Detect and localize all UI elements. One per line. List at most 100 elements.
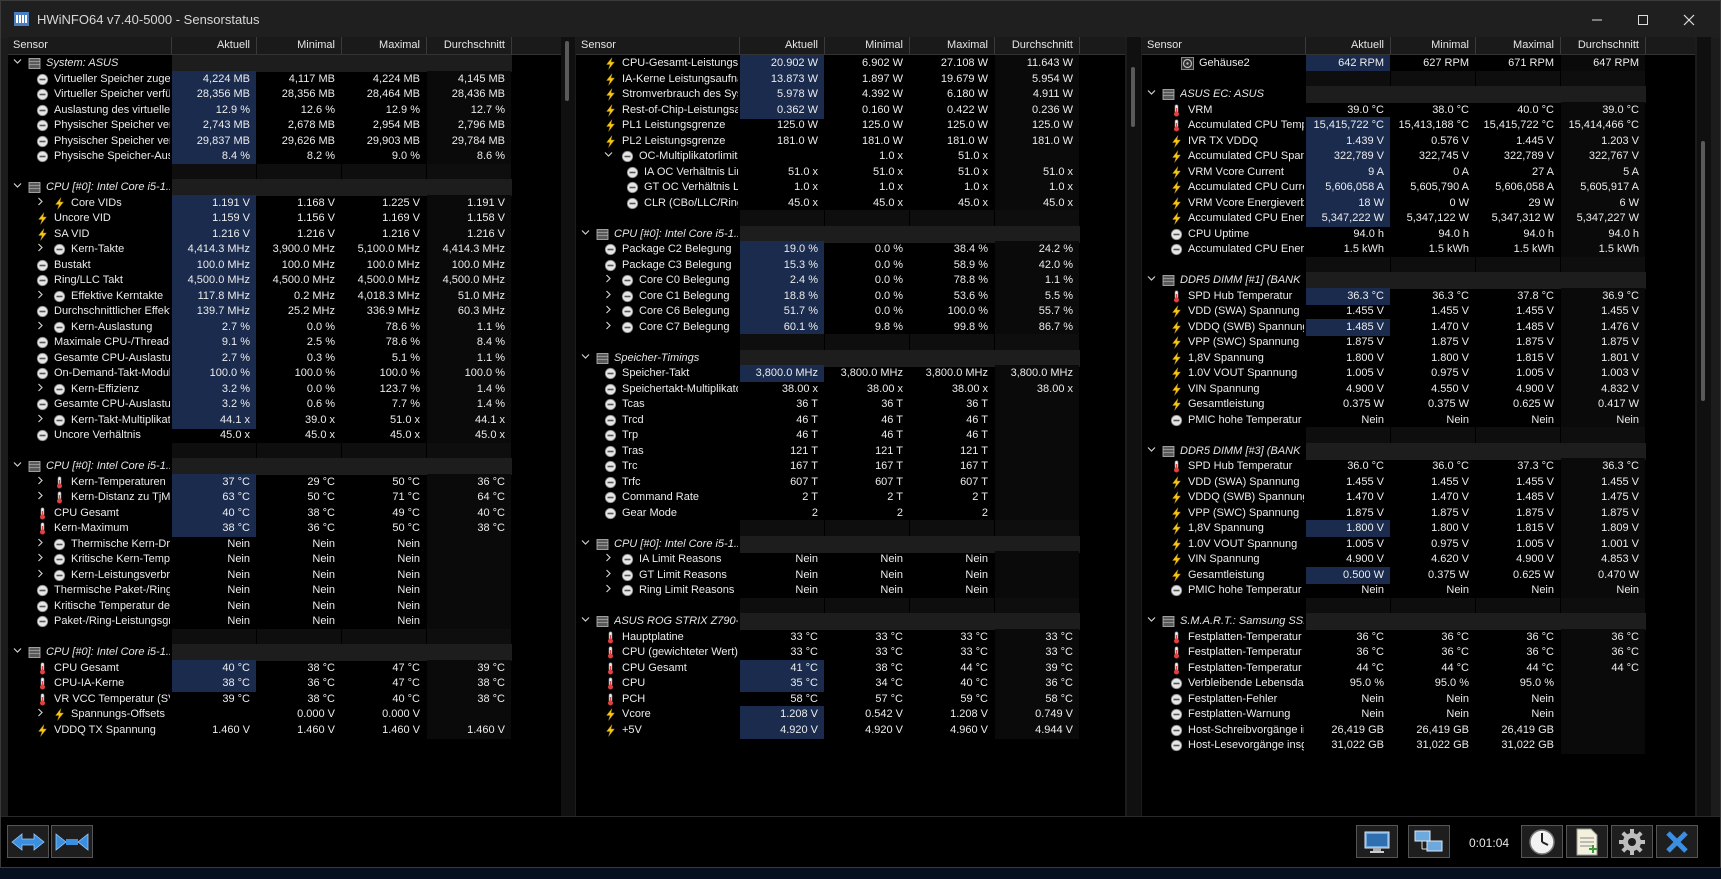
sensor-row[interactable]: Kern-Takte 4,414.3 MHz 3,900.0 MHz 5,100.0 …	[8, 241, 561, 258]
column-header-sensor[interactable]: Sensor	[576, 37, 740, 54]
collapse-toggle-icon[interactable]	[12, 458, 23, 475]
expand-toggle-icon[interactable]	[35, 706, 46, 723]
sensor-row[interactable]: Core VIDs 1.191 V 1.168 V 1.225 V 1.191 V	[8, 194, 561, 212]
sensor-row[interactable]: Package C3 Belegung 15.3 % 0.0 % 58.9 % 42.0…	[576, 256, 1125, 274]
column-header-sensor[interactable]: Sensor	[8, 37, 172, 54]
sensor-group-cpu-0-intel-core-i5-1[interactable]: CPU [#0]: Intel Core i5-1...	[8, 179, 561, 196]
sensor-row[interactable]: Host-Lesevorgänge insg... 31,022 GB 31,022…	[1142, 737, 1695, 754]
sensor-row[interactable]: Uncore Verhältnis 45.0 x 45.0 x 45.0 x 45.0 …	[8, 427, 561, 444]
sensor-row[interactable]: CPU 35 °C 34 °C 40 °C 36 °C	[576, 675, 1125, 692]
sensor-row[interactable]: CPU Gesamt 41 °C 38 °C 44 °C 39 °C	[576, 659, 1125, 677]
sensor-group-cpu-0-intel-core-i5-1[interactable]: CPU [#0]: Intel Core i5-1...	[576, 225, 1125, 243]
sensor-row[interactable]: Accumulated CPU Current5,606,058 A5,605,…	[1142, 179, 1695, 196]
sensor-row[interactable]: Kritische Kern-Temper... Nein Nein Nein	[8, 551, 561, 568]
sensor-row[interactable]: Effektive Kerntakte 117.8 MHz 0.2 MHz 4,018…	[8, 287, 561, 305]
sensor-row[interactable]: 1,8V Spannung 1.800 V 1.800 V 1.815 V 1.809 …	[1142, 520, 1695, 537]
sensor-row[interactable]: 1.0V VOUT Spannung 1.005 V 0.975 V 1.005 V 1…	[1142, 535, 1695, 553]
sensor-row[interactable]: Thermische Kern-Dros... Nein Nein Nein	[8, 535, 561, 553]
sensor-group-asus-rog-strix-z790-f[interactable]: ASUS ROG STRIX Z790-F ...	[576, 613, 1125, 630]
sensor-row[interactable]: CPU-IA-Kerne 38 °C 36 °C 47 °C 38 °C	[8, 675, 561, 692]
column-header-avg[interactable]: Durchschnitt	[427, 37, 512, 54]
expand-toggle-icon[interactable]	[603, 303, 614, 320]
sensor-row[interactable]: PMIC hohe Temperatur Nein Nein Nein Nein	[1142, 582, 1695, 599]
sensor-row[interactable]: VDDQ (SWB) Spannung 1.470 V 1.470 V 1.485 V…	[1142, 489, 1695, 506]
sensor-row[interactable]: GT Limit Reasons Nein Nein Nein	[576, 566, 1125, 584]
sensor-row[interactable]: IA-Kerne Leistungsaufna...13.873 W 1.897 …	[576, 70, 1125, 88]
sensor-row[interactable]: CPU Gesamt 40 °C 38 °C 49 °C 40 °C	[8, 504, 561, 522]
sensor-row[interactable]: Bustakt 100.0 MHz 100.0 MHz 100.0 MHz 100.0 …	[8, 256, 561, 274]
collapse-toggle-icon[interactable]	[603, 148, 614, 165]
sensor-row[interactable]: VDDQ (SWB) Spannung 1.485 V 1.470 V 1.485 V…	[1142, 318, 1695, 336]
sensor-row[interactable]: Stromverbrauch des Syst...5.978 W 4.392 W…	[576, 86, 1125, 103]
sensor-row[interactable]: Paket-/Ring-Leistungsgre... Nein Nein Nein	[8, 613, 561, 630]
sensor-row[interactable]: VPP (SWC) Spannung 1.875 V 1.875 V 1.875 V 1…	[1142, 334, 1695, 351]
expand-toggle-icon[interactable]	[35, 241, 46, 258]
sensor-row[interactable]: VR VCC Temperatur (SVID) 39 °C 38 °C 40 °C 3…	[8, 690, 561, 708]
sensor-row[interactable]: Accumulated CPU Spann...322,789 V322,745…	[1142, 148, 1695, 165]
column-header-min[interactable]: Minimal	[825, 37, 910, 54]
sensor-row[interactable]: CPU Uptime 94.0 h 94.0 h 94.0 h 94.0 h	[1142, 225, 1695, 243]
collapse-toggle-icon[interactable]	[1146, 613, 1157, 630]
maximize-button[interactable]	[1620, 7, 1666, 33]
sensor-row[interactable]: OC-Multiplikatorlimits 1.0 x 51.0 x	[576, 148, 1125, 165]
sensor-row[interactable]: Package C2 Belegung 19.0 % 0.0 % 38.4 % 24.2…	[576, 241, 1125, 258]
sensor-row[interactable]: Ring/LLC Takt 4,500.0 MHz 4,500.0 MHz 4,500…	[8, 272, 561, 289]
logging-button[interactable]	[1566, 825, 1608, 858]
column-header-max[interactable]: Maximal	[1476, 37, 1561, 54]
sensor-row[interactable]: Vcore 1.208 V 0.542 V 1.208 V 0.749 V	[576, 706, 1125, 723]
sensor-row[interactable]: Tcas 36 T 36 T 36 T	[576, 396, 1125, 413]
expand-toggle-icon[interactable]	[35, 567, 46, 584]
sensor-row[interactable]: CPU (gewichteter Wert) 33 °C 33 °C 33 °C 33 …	[576, 644, 1125, 661]
sensor-row[interactable]: Gesamtleistung 0.375 W 0.375 W 0.625 W 0.417…	[1142, 396, 1695, 413]
sensor-row[interactable]: Thermische Paket-/Ring-D... Nein Nein Nein	[8, 582, 561, 599]
expand-toggle-icon[interactable]	[35, 489, 46, 506]
sensor-row[interactable]: VPP (SWC) Spannung 1.875 V 1.875 V 1.875 V 1…	[1142, 504, 1695, 522]
scrollbar-panel-2[interactable]	[1127, 37, 1141, 816]
collapse-toggle-icon[interactable]	[580, 613, 591, 630]
expand-toggle-icon[interactable]	[603, 582, 614, 599]
expand-toggle-icon[interactable]	[35, 381, 46, 398]
column-header-avg[interactable]: Durchschnitt	[995, 37, 1080, 54]
sensor-row[interactable]: Kern-Distanz zu TjMAX63 °C 50 °C 71 °C 64 °…	[8, 489, 561, 506]
expand-toggle-icon[interactable]	[35, 319, 46, 336]
sensor-row[interactable]: VRM Vcore Energieverbr...18 W 0 W 29 W 6 W	[1142, 194, 1695, 212]
sensor-row[interactable]: Command Rate 2 T 2 T 2 T	[576, 489, 1125, 506]
sensor-row[interactable]: SPD Hub Temperatur 36.3 °C 36.3 °C 37.8 °C 3…	[1142, 287, 1695, 305]
sensor-row[interactable]: SA VID 1.216 V 1.216 V 1.216 V 1.216 V	[8, 225, 561, 243]
expand-toggle-icon[interactable]	[603, 288, 614, 305]
compact-view-button[interactable]	[51, 825, 93, 858]
column-header-cur[interactable]: Aktuell	[1306, 37, 1391, 54]
sensor-row[interactable]: +5V 4.920 V 4.920 V 4.960 V 4.944 V	[576, 721, 1125, 739]
sensor-row[interactable]: Kern-Auslastung 2.7 % 0.0 % 78.6 % 1.1 %	[8, 318, 561, 336]
minimize-button[interactable]	[1574, 7, 1620, 33]
sensor-row[interactable]: SPD Hub Temperatur 36.0 °C 36.0 °C 37.3 °C 3…	[1142, 458, 1695, 475]
sensor-row[interactable]: VDD (SWA) Spannung 1.455 V 1.455 V 1.455 V 1…	[1142, 303, 1695, 320]
sensor-row[interactable]: Trcd 46 T 46 T 46 T	[576, 411, 1125, 429]
sensor-row[interactable]: CPU Gesamt 40 °C 38 °C 47 °C 39 °C	[8, 659, 561, 677]
sensor-row[interactable]: CPU-Gesamt-Leistungsau...20.902 W 6.902 W…	[576, 55, 1125, 72]
collapse-toggle-icon[interactable]	[1146, 86, 1157, 103]
sensor-row[interactable]: Rest-of-Chip-Leistungsau...0.362 W 0.160 …	[576, 101, 1125, 119]
sensor-row[interactable]: Ring Limit Reasons Nein Nein Nein	[576, 582, 1125, 599]
sensor-row[interactable]: CLR (CBo/LLC/Ring) O... 45.0 x 45.0 x 45.0 …	[576, 194, 1125, 212]
sensor-row[interactable]: Spannungs-Offsets 0.000 V 0.000 V	[8, 706, 561, 723]
sensor-row[interactable]: Physische Speicher-Ausla...8.4 % 8.2 % 9.0…	[8, 148, 561, 165]
column-header-cur[interactable]: Aktuell	[740, 37, 825, 54]
sensor-row[interactable]: Core C7 Belegung 60.1 % 9.8 % 99.8 % 86.7 %	[576, 318, 1125, 336]
collapse-toggle-icon[interactable]	[12, 179, 23, 196]
sensor-row[interactable]: Core C0 Belegung 2.4 % 0.0 % 78.8 % 1.1 %	[576, 272, 1125, 289]
scrollbar-panel-1[interactable]	[561, 37, 575, 816]
sensor-row[interactable]: Festplatten-Temperatur 2 36 °C 36 °C 36 °C 3…	[1142, 644, 1695, 661]
sensor-group-s-m-a-r-t-samsung-ss[interactable]: S.M.A.R.T.: Samsung SS...	[1142, 613, 1695, 630]
sensor-row[interactable]: Festplatten-Fehler Nein Nein Nein	[1142, 690, 1695, 708]
sensor-row[interactable]: Gesamte CPU-Auslastung3.2 % 0.6 % 7.7 % 1.4…	[8, 396, 561, 413]
sensor-row[interactable]: Speichertakt-Multiplikator 38.00 x 38.00 x…	[576, 380, 1125, 398]
reset-timer-button[interactable]	[1521, 825, 1563, 858]
sensor-row[interactable]: Trfc 607 T 607 T 607 T	[576, 473, 1125, 491]
expand-toggle-icon[interactable]	[603, 319, 614, 336]
sensor-group-ddr5-dimm-1-bank[interactable]: DDR5 DIMM [#1] (BANK ...	[1142, 272, 1695, 289]
expand-toggle-icon[interactable]	[603, 551, 614, 568]
report-button[interactable]	[1356, 825, 1398, 858]
sensor-row[interactable]: Accumulated CPU Tempe...15,415,722 °C15,…	[1142, 117, 1695, 134]
sensor-row[interactable]: Gesamte CPU-Auslastung2.7 % 0.3 % 5.1 % 1.1…	[8, 349, 561, 367]
